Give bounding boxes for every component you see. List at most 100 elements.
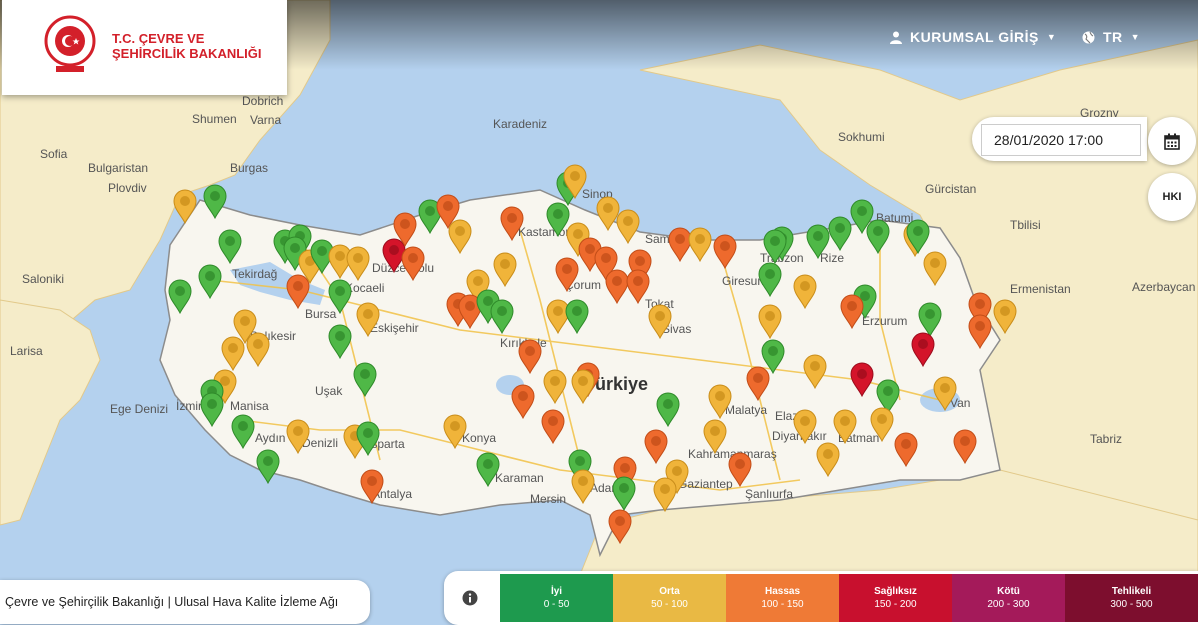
station-status-icon: [735, 459, 745, 469]
map-city-label: Aydın: [255, 431, 285, 445]
station-status-icon: [810, 361, 820, 371]
station-status-icon: [443, 201, 453, 211]
station-status-icon: [207, 399, 217, 409]
legend-item: Kötü 200 - 300: [952, 574, 1065, 622]
legend-item-label: Sağlıksız: [874, 586, 917, 597]
station-status-icon: [293, 426, 303, 436]
ministry-logo-card[interactable]: T.C. ÇEVRE VE ŞEHİRCİLİK BAKANLIĞI: [2, 0, 287, 95]
station-status-icon: [765, 269, 775, 279]
station-status-icon: [483, 296, 493, 306]
map-city-label: Sokhumi: [838, 130, 885, 144]
station-status-icon: [548, 416, 558, 426]
map-city-label: Bulgaristan: [88, 161, 148, 175]
station-status-icon: [765, 311, 775, 321]
map-city-label: Konya: [462, 431, 496, 445]
station-status-icon: [847, 301, 857, 311]
legend-item-range: 50 - 100: [651, 599, 688, 610]
map-city-label: Karaman: [495, 471, 544, 485]
station-status-icon: [293, 281, 303, 291]
map-city-label: Shumen: [192, 112, 237, 126]
station-status-icon: [225, 236, 235, 246]
station-status-icon: [389, 245, 399, 255]
institutional-login-menu[interactable]: KURUMSAL GİRİŞ ▼: [890, 29, 1056, 45]
map-city-label: Erzurum: [862, 314, 907, 328]
hki-button[interactable]: HKI: [1148, 173, 1196, 221]
station-status-icon: [768, 346, 778, 356]
map-city-label: Bursa: [305, 307, 337, 321]
station-status-icon: [715, 391, 725, 401]
station-status-icon: [572, 306, 582, 316]
station-status-icon: [813, 231, 823, 241]
info-icon[interactable]: [462, 590, 478, 606]
map-city-label: Plovdiv: [108, 181, 147, 195]
legend-item: İyi 0 - 50: [500, 574, 613, 622]
station-status-icon: [550, 376, 560, 386]
station-status-icon: [672, 466, 682, 476]
station-status-icon: [175, 286, 185, 296]
legend-item: Tehlikeli 300 - 500: [1065, 574, 1198, 622]
map-city-label: Larisa: [10, 344, 43, 358]
station-status-icon: [770, 236, 780, 246]
station-status-icon: [253, 339, 263, 349]
station-status-icon: [317, 246, 327, 256]
station-status-icon: [695, 234, 705, 244]
legend-item-label: Kötü: [997, 586, 1020, 597]
legend-item: Orta 50 - 100: [613, 574, 726, 622]
station-status-icon: [883, 386, 893, 396]
station-status-icon: [335, 286, 345, 296]
station-status-icon: [925, 309, 935, 319]
station-status-icon: [553, 209, 563, 219]
footer-credit: Çevre ve Şehirçilik Bakanlığı | Ulusal H…: [0, 580, 370, 624]
logo-title-line2: ŞEHİRCİLİK BAKANLIĞI: [112, 46, 262, 61]
station-status-icon: [901, 439, 911, 449]
user-icon: [890, 31, 902, 44]
station-status-icon: [455, 226, 465, 236]
map-city-label: Sofia: [40, 147, 68, 161]
station-status-icon: [857, 369, 867, 379]
station-status-icon: [335, 251, 345, 261]
station-status-icon: [930, 258, 940, 268]
calendar-button[interactable]: [1148, 117, 1196, 165]
map-city-label: Tekirdağ: [232, 267, 277, 281]
map-city-label: Manisa: [230, 399, 269, 413]
station-status-icon: [483, 459, 493, 469]
map-city-label: Tabriz: [1090, 432, 1122, 446]
station-status-icon: [918, 339, 928, 349]
station-status-icon: [585, 244, 595, 254]
station-status-icon: [450, 421, 460, 431]
station-status-icon: [635, 256, 645, 266]
legend-item: Sağlıksız 150 - 200: [839, 574, 952, 622]
map-city-label: Mersin: [530, 492, 566, 506]
legend-item: Hassas 100 - 150: [726, 574, 839, 622]
logo-title-line1: T.C. ÇEVRE VE: [112, 31, 205, 46]
map-city-label: Azerbaycan: [1132, 280, 1195, 294]
station-status-icon: [655, 311, 665, 321]
station-status-icon: [400, 219, 410, 229]
map-city-label: Burgas: [230, 161, 268, 175]
map-city-label: Tbilisi: [1010, 218, 1041, 232]
station-status-icon: [240, 316, 250, 326]
legend-item-label: Tehlikeli: [1111, 586, 1152, 597]
map-city-label: Saloniki: [22, 272, 64, 286]
date-time-input[interactable]: [981, 124, 1141, 156]
chevron-down-icon: ▼: [1046, 32, 1057, 42]
station-status-icon: [570, 171, 580, 181]
globe-icon: [1082, 31, 1095, 43]
station-status-icon: [500, 259, 510, 269]
chevron-down-icon: ▼: [1130, 32, 1141, 42]
station-status-icon: [660, 484, 670, 494]
station-status-icon: [575, 456, 585, 466]
legend-item-label: İyi: [550, 586, 563, 597]
station-status-icon: [675, 234, 685, 244]
map-city-label: Gürcistan: [925, 182, 976, 196]
station-status-icon: [353, 253, 363, 263]
station-status-icon: [913, 226, 923, 236]
language-menu[interactable]: TR ▼: [1082, 29, 1140, 45]
station-status-icon: [238, 421, 248, 431]
station-status-icon: [205, 271, 215, 281]
station-status-icon: [573, 229, 583, 239]
map-city-label: Dobrich: [242, 94, 283, 108]
station-status-icon: [940, 383, 950, 393]
station-status-icon: [857, 206, 867, 216]
map-city-label: Uşak: [315, 384, 343, 398]
